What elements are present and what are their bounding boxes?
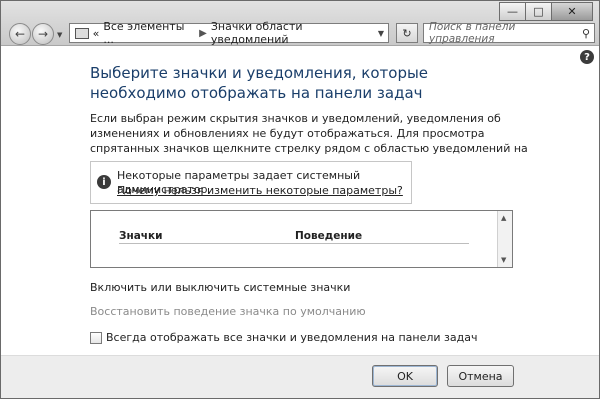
minimize-button[interactable]: —: [499, 2, 526, 21]
column-header-behavior[interactable]: Поведение: [295, 230, 362, 242]
control-panel-icon: [75, 27, 89, 39]
breadcrumb-separator-icon[interactable]: ▶: [199, 28, 207, 39]
why-cant-change-link[interactable]: Почему нельзя изменить некоторые парамет…: [117, 184, 403, 198]
address-dropdown-icon[interactable]: ▼: [378, 29, 384, 38]
forward-button[interactable]: →: [32, 23, 54, 45]
address-overflow[interactable]: «: [93, 27, 100, 40]
scroll-down-icon[interactable]: ▼: [501, 256, 506, 264]
forward-arrow-icon: →: [37, 27, 49, 41]
cancel-button[interactable]: Отмена: [447, 365, 514, 387]
back-arrow-icon: ←: [14, 27, 26, 41]
system-icons-link[interactable]: Включить или выключить системные значки: [90, 281, 350, 294]
column-header-icons[interactable]: Значки: [119, 230, 163, 242]
search-input[interactable]: Поиск в панели управления ⚲: [423, 21, 595, 45]
restore-defaults-link: Восстановить поведение значка по умолчан…: [90, 305, 366, 318]
window-controls: — □ ✕: [499, 2, 593, 21]
breadcrumb-notification-icons[interactable]: Значки области уведомлений: [211, 20, 378, 46]
always-show-label[interactable]: Всегда отображать все значки и уведомлен…: [106, 331, 478, 344]
maximize-button[interactable]: □: [525, 2, 552, 21]
search-icon[interactable]: ⚲: [582, 27, 590, 40]
page-title: Выберите значки и уведомления, которые н…: [90, 64, 429, 102]
search-placeholder: Поиск в панели управления: [429, 21, 516, 45]
recent-pages-dropdown-icon[interactable]: ▼: [57, 31, 62, 39]
admin-info-box: i Некоторые параметры задает системный а…: [90, 161, 412, 204]
refresh-button[interactable]: ↻: [396, 23, 418, 43]
back-button[interactable]: ←: [9, 23, 31, 45]
always-show-checkbox[interactable]: Всегда отображать все значки и уведомлен…: [90, 331, 478, 344]
dialog-footer: OK Отмена: [1, 355, 599, 398]
scroll-up-icon[interactable]: ▲: [501, 214, 506, 222]
refresh-icon: ↻: [402, 26, 412, 40]
navigation-bar: — □ ✕ ← → ▼ « Все элементы ... ▶ Значки …: [1, 1, 599, 46]
header-divider: [119, 243, 469, 244]
breadcrumb-all-items[interactable]: Все элементы ...: [103, 20, 195, 46]
info-icon: i: [97, 175, 111, 189]
ok-button[interactable]: OK: [372, 365, 438, 387]
help-icon[interactable]: ?: [580, 50, 594, 64]
address-bar[interactable]: « Все элементы ... ▶ Значки области увед…: [69, 20, 389, 46]
checkbox-box[interactable]: [90, 331, 102, 344]
notification-icons-table: Значки Поведение ▲ ▼: [90, 210, 513, 268]
control-panel-window: — □ ✕ ← → ▼ « Все элементы ... ▶ Значки …: [0, 0, 600, 399]
close-button[interactable]: ✕: [551, 2, 593, 21]
table-scrollbar[interactable]: ▲ ▼: [497, 211, 512, 267]
